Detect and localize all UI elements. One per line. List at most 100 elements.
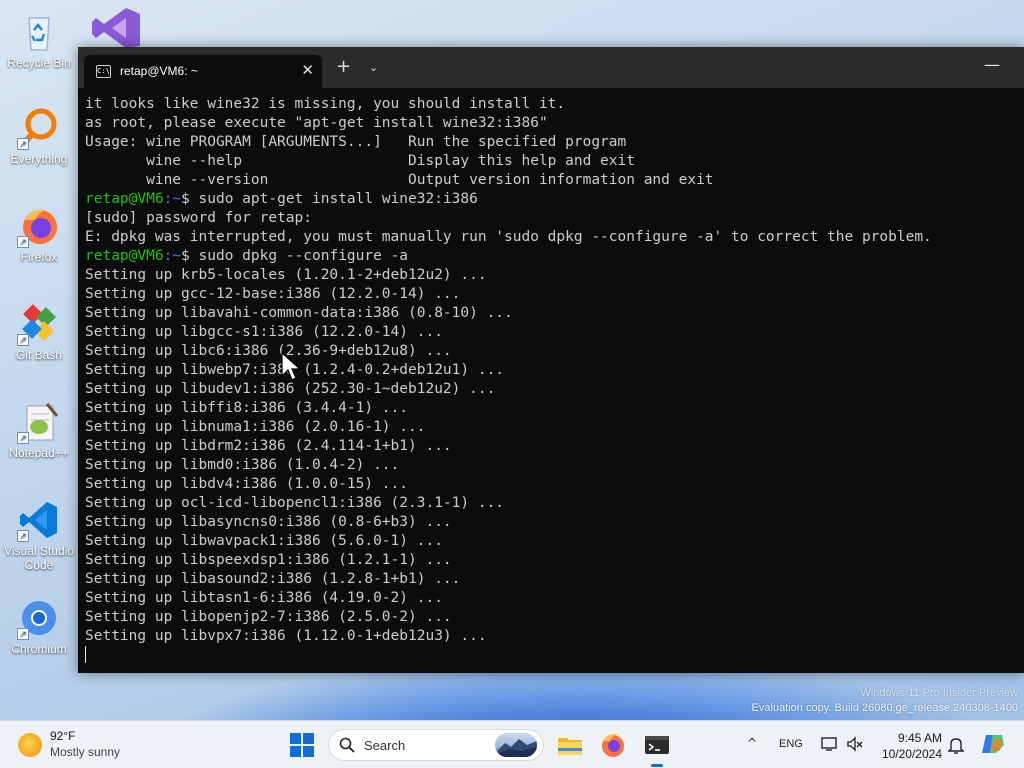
terminal-line: Setting up libtasn1-6:i386 (4.19.0-2) ..… [85,590,443,606]
desktop-icon-notepad-plus-plus[interactable]: ↗ Notepad++ [2,400,76,460]
search-placeholder: Search [364,738,406,753]
desktop-icon-vscode[interactable]: ↗ Visual Studio Code [2,498,76,572]
terminal-line [85,646,1024,665]
prompt-symbol: $ [181,248,199,264]
terminal-line: Setting up libnuma1:i386 (2.0.16-1) ... [85,419,426,435]
everything-search-icon: ↗ [17,106,61,150]
copilot-icon[interactable] [980,731,1006,757]
terminal-tab-icon: C:\ [96,65,111,78]
mouse-pointer-icon [281,352,301,381]
search-highlight-image [495,733,537,757]
text-cursor [85,646,86,663]
taskbar-firefox[interactable] [597,729,629,761]
terminal-line: Setting up libwebp7:i386 (1.2.4-0.2+deb1… [85,362,505,378]
desktop-icon-firefox[interactable]: ↗ Firefox [2,204,76,264]
shortcut-arrow-icon: ↗ [17,432,29,444]
command-text: sudo apt-get install wine32:i386 [198,191,478,207]
terminal-line: Setting up libmd0:i386 (1.0.4-2) ... [85,457,400,473]
desktop-icon-label: Everything [10,152,68,166]
terminal-line: Setting up gcc-12-base:i386 (12.2.0-14) … [85,286,461,302]
chevron-down-icon[interactable]: ⌄ [369,61,378,74]
network-icon[interactable] [820,735,838,753]
desktop-icon-recycle-bin[interactable]: Recycle Bin [2,10,76,70]
terminal-line: Setting up libdrm2:i386 (2.4.114-1+b1) .… [85,438,452,454]
terminal-line: retap@VM6:~$ sudo dpkg --configure -a [85,247,1024,266]
taskbar-search[interactable]: Search [328,729,544,761]
shortcut-arrow-icon: ↗ [17,530,29,542]
taskbar: 92°F Mostly sunny Search ^ ENG 9:45 AM 1… [0,720,1024,768]
minimize-button[interactable]: — [984,55,1000,74]
shortcut-arrow-icon: ↗ [17,628,29,640]
prompt-symbol: $ [181,191,199,207]
sun-icon [18,733,42,757]
git-bash-icon: ↗ [17,302,61,346]
terminal-icon [645,736,669,754]
terminal-window[interactable]: C:\ retap@VM6: ~ ✕ + ⌄ — it looks like w… [78,47,1024,673]
terminal-line: Setting up libdv4:i386 (1.0.0-15) ... [85,476,409,492]
recycle-bin-icon [17,10,61,54]
file-explorer-icon [558,738,582,755]
terminal-line: Usage: wine PROGRAM [ARGUMENTS...] Run t… [85,134,627,150]
prompt-path: :~ [163,248,182,264]
taskbar-file-explorer[interactable] [554,729,586,761]
desktop-icon-label: Visual Studio Code [4,544,74,572]
prompt-user: retap@VM6 [85,248,164,264]
terminal-line: Setting up libudev1:i386 (252.30-1~deb12… [85,381,496,397]
weather-temperature: 92°F [50,729,76,743]
clock-time: 9:45 AM [897,731,942,745]
terminal-line: Setting up libasound2:i386 (1.2.8-1+b1) … [85,571,461,587]
terminal-tab-active[interactable]: C:\ retap@VM6: ~ ✕ [84,55,322,88]
chromium-icon: ↗ [17,596,61,640]
firefox-icon: ↗ [17,204,61,248]
close-tab-icon[interactable]: ✕ [301,61,314,79]
terminal-line: E: dpkg was interrupted, you must manual… [85,229,932,245]
terminal-titlebar[interactable]: C:\ retap@VM6: ~ ✕ + ⌄ — [78,47,1024,88]
desktop-icon-chromium[interactable]: ↗ Chromium [2,596,76,656]
shortcut-arrow-icon: ↗ [17,138,29,150]
terminal-line: Setting up libwavpack1:i386 (5.6.0-1) ..… [85,533,443,549]
volume-muted-icon[interactable] [846,735,864,753]
desktop-icon-label: Firefox [20,250,58,264]
visual-studio-icon [92,8,140,48]
terminal-line: Setting up libffi8:i386 (3.4.4-1) ... [85,400,409,416]
new-tab-button[interactable]: + [336,58,351,76]
terminal-line: as root, please execute "apt-get install… [85,115,548,131]
desktop-icon-label: Notepad++ [9,446,69,460]
notification-bell-icon[interactable] [948,736,964,754]
language-indicator[interactable]: ENG [779,738,803,750]
search-icon [339,737,355,753]
clock-date: 10/20/2024 [881,747,942,761]
terminal-line: [sudo] password for retap: [85,210,312,226]
terminal-line: wine --help Display this help and exit [85,153,635,169]
command-text: sudo dpkg --configure -a [198,248,409,264]
terminal-line: Setting up libopenjp2-7:i386 (2.5.0-2) .… [85,609,452,625]
show-hidden-icons-button[interactable]: ^ [747,736,757,750]
watermark-build: Evaluation copy. Build 26080.ge_release.… [751,702,1018,714]
vscode-icon: ↗ [17,498,61,542]
terminal-line: it looks like wine32 is missing, you sho… [85,96,566,112]
desktop-icon-label: Git Bash [15,348,63,362]
prompt-path: :~ [163,191,182,207]
desktop-icon-label: Recycle Bin [7,56,71,70]
terminal-line: Setting up libgcc-s1:i386 (12.2.0-14) ..… [85,324,443,340]
terminal-line: Setting up libvpx7:i386 (1.12.0-1+deb12u… [85,628,487,644]
desktop-icon-visual-studio-partial[interactable] [92,6,142,48]
terminal-line: retap@VM6:~$ sudo apt-get install wine32… [85,190,1024,209]
terminal-output[interactable]: it looks like wine32 is missing, you sho… [85,95,1024,673]
terminal-line: Setting up libasyncns0:i386 (0.8-6+b3) .… [85,514,452,530]
shortcut-arrow-icon: ↗ [17,236,29,248]
terminal-line: Setting up ocl-icd-libopencl1:i386 (2.3.… [85,495,505,511]
terminal-line: Setting up libavahi-common-data:i386 (0.… [85,305,513,321]
firefox-icon [602,733,624,757]
windows-logo-icon [290,733,301,744]
taskbar-terminal[interactable] [641,729,673,767]
weather-description: Mostly sunny [50,745,121,759]
system-clock[interactable]: 9:45 AM 10/20/2024 [872,730,942,762]
shortcut-arrow-icon: ↗ [17,334,29,346]
watermark-edition: Windows 11 Pro Insider Preview [860,687,1018,699]
start-button[interactable] [290,733,314,757]
terminal-tab-title: retap@VM6: ~ [120,64,198,78]
desktop-icon-everything[interactable]: ↗ Everything [2,106,76,166]
terminal-line: Setting up libspeexdsp1:i386 (1.2.1-1) .… [85,552,452,568]
desktop-icon-git-bash[interactable]: ↗ Git Bash [2,302,76,362]
